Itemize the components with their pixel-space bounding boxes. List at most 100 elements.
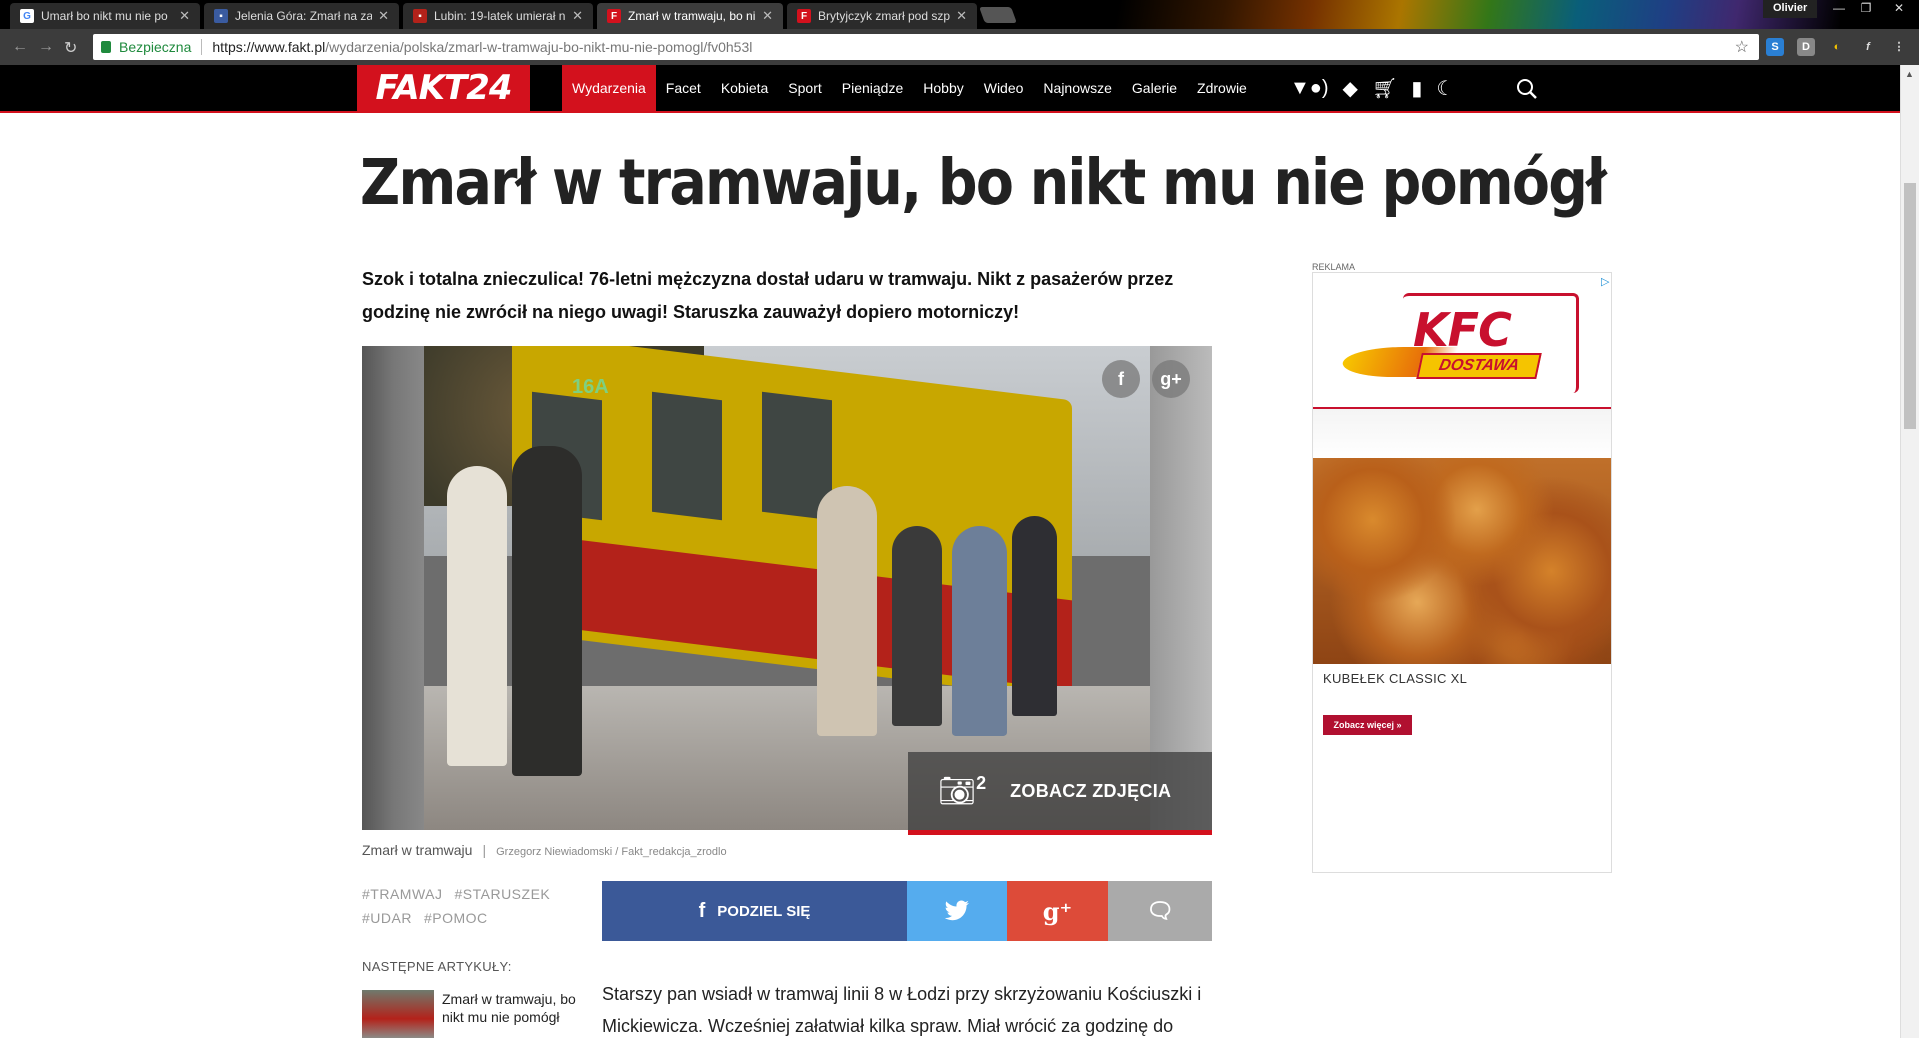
ad-cta-button[interactable]: Zobacz więcej »	[1323, 715, 1412, 735]
ad-chicken-photo[interactable]	[1313, 458, 1611, 664]
night-mode-icon[interactable]: ☾	[1436, 76, 1454, 101]
browser-theme-background	[960, 0, 1840, 29]
tag-link[interactable]: #UDAR	[362, 910, 412, 926]
gallery-button[interactable]: 📷︎ 2 ZOBACZ ZDJĘCIA	[908, 752, 1212, 830]
close-icon[interactable]: ✕	[179, 8, 190, 24]
back-icon[interactable]: ←	[12, 38, 28, 56]
caption-separator: |	[482, 842, 487, 858]
extension-moon-icon[interactable]: ◐	[1828, 38, 1846, 56]
close-icon[interactable]: ✕	[762, 8, 773, 24]
tag-link[interactable]: #TRAMWAJ	[362, 886, 442, 902]
ad-fade	[1313, 409, 1611, 459]
video-icon[interactable]: ▼●)	[1290, 77, 1329, 100]
gallery-red-underline	[908, 830, 1212, 835]
article-lead: Szok i totalna znieczulica! 76-letni męż…	[362, 269, 1174, 322]
fakt-icon: F	[797, 9, 811, 23]
restore-icon[interactable]: ❐	[1853, 0, 1879, 18]
secure-label: Bezpieczna	[119, 39, 192, 55]
tab-title: Brytyjczyk zmarł pod szp	[818, 9, 951, 23]
new-tab-button[interactable]	[979, 7, 1017, 23]
menu-item-pieniadze[interactable]: Pieniądze	[832, 65, 914, 111]
address-bar[interactable]: Bezpieczna https://www.fakt.pl/wydarzeni…	[93, 34, 1759, 60]
kfc-ad[interactable]: ▷ KFC DOSTAWA KUBEŁEK CLASSIC XL Zobacz …	[1312, 272, 1612, 873]
next-articles-label: NASTĘPNE ARTYKUŁY:	[362, 959, 512, 974]
article-tags: #TRAMWAJ #STARUSZEK #UDAR #POMOC	[362, 882, 592, 930]
menu-item-najnowsze[interactable]: Najnowsze	[1033, 65, 1121, 111]
gplus-share-button[interactable]: g⁺	[1007, 881, 1108, 941]
menu-item-kobieta[interactable]: Kobieta	[711, 65, 778, 111]
close-window-icon[interactable]: ✕	[1882, 0, 1916, 18]
tab-title: Zmarł w tramwaju, bo ni	[628, 9, 756, 23]
share-label: PODZIEL SIĘ	[717, 902, 811, 920]
menu-item-sport[interactable]: Sport	[778, 65, 831, 111]
scroll-up-icon[interactable]: ▲	[1905, 69, 1914, 79]
photo-gplus-share-icon[interactable]: g+	[1152, 360, 1190, 398]
gallery-count: 2	[976, 772, 987, 793]
browser-tab-strip: G Umarł bo nikt mu nie po ✕ ▪ Jelenia Gó…	[0, 0, 1919, 29]
comments-button[interactable]: 🗨︎	[1108, 881, 1212, 941]
main-menu: Wydarzenia Facet Kobieta Sport Pieniądze…	[562, 65, 1257, 111]
close-icon[interactable]: ✕	[956, 8, 967, 24]
page-scrollbar[interactable]: ▲	[1900, 65, 1919, 1038]
search-icon[interactable]	[1516, 78, 1538, 100]
menu-item-galerie[interactable]: Galerie	[1122, 65, 1187, 111]
cart-icon[interactable]: 🛒︎	[1372, 76, 1397, 101]
divider	[201, 39, 203, 55]
browser-tab[interactable]: G Umarł bo nikt mu nie po ✕	[10, 3, 200, 29]
browser-tab-active[interactable]: F Zmarł w tramwaju, bo ni ✕	[597, 3, 783, 29]
close-icon[interactable]: ✕	[378, 8, 389, 24]
photo-person	[512, 446, 582, 776]
url-path: /wydarzenia/polska/zmarl-w-tramwaju-bo-n…	[325, 39, 753, 55]
battery-icon[interactable]: ▮	[1411, 76, 1422, 101]
next-article-thumbnail[interactable]	[362, 990, 434, 1038]
site-logo[interactable]: FAKT24	[357, 65, 530, 111]
photo-facebook-share-icon[interactable]: f	[1102, 360, 1140, 398]
minimize-icon[interactable]: —	[1826, 0, 1852, 18]
menu-item-wideo[interactable]: Wideo	[974, 65, 1034, 111]
news-icon: ▪	[214, 9, 228, 23]
facebook-share-button[interactable]: f PODZIEL SIĘ	[602, 881, 907, 941]
header-red-line	[0, 111, 1900, 113]
browser-toolbar: ← → ↻ Bezpieczna https://www.fakt.pl/wyd…	[0, 29, 1919, 65]
article-photo[interactable]: 16A f g+ 📷︎ 2 ZOBACZ ZDJĘCIA	[362, 346, 1212, 830]
gallery-label: ZOBACZ ZDJĘCIA	[1010, 780, 1172, 801]
kfc-logo: KFC DOSTAWA	[1337, 287, 1583, 397]
tag-link[interactable]: #POMOC	[424, 910, 488, 926]
browser-tab[interactable]: ▪ Lubin: 19-latek umierał n ✕	[403, 3, 593, 29]
fakt-icon: F	[607, 9, 621, 23]
reload-icon[interactable]: ↻	[64, 38, 77, 58]
profile-button[interactable]: Olivier	[1763, 0, 1818, 18]
forward-icon[interactable]: →	[38, 38, 54, 56]
url-host: https://www.fakt.pl	[212, 39, 326, 55]
extension-s-icon[interactable]: S	[1766, 38, 1784, 56]
browser-tab[interactable]: ▪ Jelenia Góra: Zmarł na za ✕	[204, 3, 399, 29]
next-article-title[interactable]: Zmarł w tramwaju, bo nikt mu nie pomógł	[442, 990, 592, 1026]
article-headline: Zmarł w tramwaju, bo nikt mu nie pomógł	[360, 146, 1607, 219]
caption-text: Zmarł w tramwaju	[362, 842, 473, 858]
news-icon: ▪	[413, 9, 427, 23]
menu-icon[interactable]: ⋮	[1890, 38, 1908, 56]
extension-doc-icon[interactable]: D	[1797, 38, 1815, 56]
adchoices-icon[interactable]: ▷	[1601, 275, 1609, 288]
menu-item-wydarzenia[interactable]: Wydarzenia	[562, 65, 656, 111]
extension-f-icon[interactable]: f	[1859, 38, 1877, 56]
photo-author: Grzegorz Niewiadomski / Fakt_redakcja_zr…	[496, 846, 727, 858]
photo-side-blur	[362, 346, 424, 830]
tag-link[interactable]: #STARUSZEK	[454, 886, 550, 902]
menu-item-hobby[interactable]: Hobby	[913, 65, 973, 111]
share-bar: f PODZIEL SIĘ g⁺ 🗨︎	[602, 881, 1212, 941]
close-icon[interactable]: ✕	[572, 8, 583, 24]
brand-name: KFC	[1413, 303, 1512, 357]
twitter-share-button[interactable]	[907, 881, 1007, 941]
tag-icon[interactable]: ◆	[1343, 76, 1358, 101]
scroll-thumb[interactable]	[1904, 183, 1916, 429]
twitter-icon	[944, 900, 969, 921]
menu-item-zdrowie[interactable]: Zdrowie	[1187, 65, 1257, 111]
next-article-item[interactable]: Zmarł w tramwaju, bo nikt mu nie pomógł	[362, 990, 592, 1038]
bookmark-star-icon[interactable]: ☆	[1735, 37, 1749, 57]
browser-tab[interactable]: F Brytyjczyk zmarł pod szp ✕	[787, 3, 977, 29]
photo-caption: Zmarł w tramwaju | Grzegorz Niewiadomski /…	[362, 842, 727, 858]
photo-person	[817, 486, 877, 736]
tab-title: Jelenia Góra: Zmarł na za	[235, 9, 373, 23]
menu-item-facet[interactable]: Facet	[656, 65, 711, 111]
